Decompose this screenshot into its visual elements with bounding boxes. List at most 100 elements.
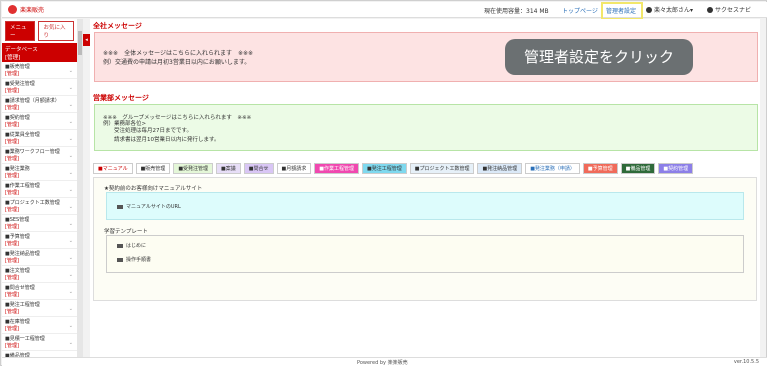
manual-section-label: ★契約前のお客様向けマニュアルサイト: [104, 186, 203, 192]
chevron-down-icon: ⌄: [68, 119, 73, 125]
manual-site-link[interactable]: マニュアルサイトのURL: [117, 203, 181, 210]
link-icon: [117, 204, 123, 209]
manual-tab[interactable]: ■月額請求: [276, 163, 312, 174]
sidebar-item[interactable]: ■従業員全管理 [管理] ⌄: [2, 130, 77, 147]
manual-site-label: マニュアルサイトのURL: [126, 204, 181, 210]
chevron-down-icon: ⌄: [68, 289, 73, 295]
sidebar-item[interactable]: ■発注業務 [管理] ⌄: [2, 164, 77, 181]
sidebar-item-sub: [管理]: [5, 155, 19, 162]
version-label: ver.10.5.5: [733, 359, 759, 365]
dept-message-line: ※※※ グループメッセージはこちらに入れられます ※※※: [103, 115, 252, 121]
chevron-down-icon: ⌄: [68, 323, 73, 329]
menu-button[interactable]: メニュー: [5, 21, 36, 41]
template-box: はじめに 操作手順書: [106, 235, 744, 273]
dept-message-line: 請求書は翌月10営業日以内に発行します。: [103, 137, 220, 143]
chevron-down-icon: ⌄: [68, 102, 73, 108]
manual-tab[interactable]: ■作業工程管理: [314, 163, 359, 174]
help-link[interactable]: サクセスナビ: [707, 5, 751, 14]
link-icon: [117, 243, 123, 248]
sidebar-item-sub: [管理]: [5, 342, 19, 349]
sidebar-header-sub: [管理]: [5, 55, 21, 61]
sidebar-item[interactable]: ■予算管理 [管理] ⌄: [2, 232, 77, 249]
sidebar-item[interactable]: ■契約管理 [管理] ⌄: [2, 113, 77, 130]
link-icon: [117, 257, 123, 262]
collapse-sidebar-icon[interactable]: ◂: [83, 34, 90, 46]
sidebar-item-sub: [管理]: [5, 104, 19, 111]
sidebar-item-sub: [管理]: [5, 223, 19, 230]
sidebar-item-sub: [管理]: [5, 121, 19, 128]
manual-tab[interactable]: ■販売管理: [135, 163, 171, 174]
sidebar-item-sub: [管理]: [5, 172, 19, 179]
storage-usage: 現在使用容量：314 MB: [484, 8, 549, 15]
sidebar-database-header[interactable]: データベース [管理]: [2, 43, 77, 62]
manual-tab[interactable]: ■プロジェクト工数管理: [409, 163, 475, 174]
sidebar-item[interactable]: ■SES管理 [管理] ⌄: [2, 215, 77, 232]
powered-by: Powered by 楽楽販売: [357, 360, 408, 366]
manual-tabs: ■マニュアル ■販売管理 ■受発注管理 ■案議 ■問合せ ■月額請求 ■作業工程管理 ■発注工…: [93, 163, 694, 174]
sidebar-item-sub: [管理]: [5, 274, 19, 281]
template-procedure-label: 操作手順書: [126, 257, 152, 263]
chevron-down-icon: ⌄: [68, 255, 73, 261]
sidebar-item[interactable]: ■注文管理 [管理] ⌄: [2, 266, 77, 283]
sidebar-item[interactable]: ■請求管理（月額請求） [管理] ⌄: [2, 96, 77, 113]
manual-tab[interactable]: ■案議: [216, 163, 241, 174]
manual-tab[interactable]: ■予算管理: [582, 163, 618, 174]
sidebar-item[interactable]: ■在庫管理 [管理] ⌄: [2, 317, 77, 334]
chevron-down-icon: ⌄: [68, 238, 73, 244]
logo-icon: [8, 5, 17, 14]
app-logo[interactable]: 楽楽販売: [8, 5, 44, 14]
template-intro-label: はじめに: [126, 243, 147, 249]
favorites-button[interactable]: お気に入り: [38, 21, 74, 41]
sidebar-item-sub: [管理]: [5, 240, 19, 247]
sidebar-item[interactable]: ■作業工程管理 [管理] ⌄: [2, 181, 77, 198]
sidebar-scrollbar[interactable]: [77, 19, 83, 357]
manual-tab[interactable]: ■受発注管理: [173, 163, 214, 174]
sidebar-item-sub: [管理]: [5, 257, 19, 264]
template-intro-link[interactable]: はじめに: [117, 242, 146, 249]
sidebar-item-sub: [管理]: [5, 70, 19, 77]
manual-tab[interactable]: ■発注工程管理: [361, 163, 407, 174]
template-section-label: 学習テンプレート: [104, 229, 148, 235]
global-message-title: 全社メッセージ: [93, 22, 142, 30]
sidebar-item[interactable]: ■プロジェクト工数管理 [管理] ⌄: [2, 198, 77, 215]
dept-message-title: 営業部メッセージ: [93, 94, 149, 102]
chevron-down-icon: ⌄: [68, 85, 73, 91]
global-message-line: ※※※ 全体メッセージはこちらに入れられます ※※※: [103, 50, 254, 57]
sidebar-item[interactable]: ■見積一工程管理 [管理] ⌄: [2, 334, 77, 351]
chevron-down-icon: ⌄: [68, 221, 73, 227]
chevron-down-icon: ⌄: [68, 306, 73, 312]
sidebar-item[interactable]: ■業務ワークフロー管理 [管理] ⌄: [2, 147, 77, 164]
sidebar-item[interactable]: ■発注納品管理 [管理] ⌄: [2, 249, 77, 266]
sidebar-list: ■販売管理 [管理] ⌄ ■受発注管理 [管理] ⌄ ■請求管理（月額請求） [管理] ⌄ ■契約…: [2, 62, 77, 357]
chevron-down-icon: ⌄: [68, 68, 73, 74]
app-window: 楽楽販売 現在使用容量：314 MB トップページ 管理者設定 楽々太郎さん▾ …: [0, 0, 767, 366]
sidebar-item[interactable]: ■販売管理 [管理] ⌄: [2, 62, 77, 79]
admin-settings-highlight: [601, 2, 643, 20]
top-bar: 楽楽販売 現在使用容量：314 MB トップページ 管理者設定 楽々太郎さん▾ …: [2, 2, 767, 20]
sidebar-item-sub: [管理]: [5, 138, 19, 145]
manual-site-box: マニュアルサイトのURL: [106, 192, 744, 220]
sidebar-item-sub: [管理]: [5, 189, 19, 196]
user-icon: [646, 6, 652, 13]
sidebar-item-sub: [管理]: [5, 87, 19, 94]
dept-message-line: 例）業務部各位> 受注処理は毎月27日までです。: [103, 121, 192, 134]
manual-tab[interactable]: ■発注納品管理: [477, 163, 523, 174]
manual-tab[interactable]: ■問合せ: [243, 163, 274, 174]
help-icon: [707, 6, 713, 13]
manual-tab[interactable]: ■備品管理: [620, 163, 656, 174]
footer: Powered by 楽楽販売 ver.10.5.5: [2, 357, 767, 366]
sidebar-item[interactable]: ■発注工程管理 [管理] ⌄: [2, 300, 77, 317]
sidebar-item[interactable]: ■問合せ管理 [管理] ⌄: [2, 283, 77, 300]
template-procedure-link[interactable]: 操作手順書: [117, 256, 151, 263]
chevron-down-icon: ⌄: [68, 272, 73, 278]
chevron-down-icon: ⌄: [68, 187, 73, 193]
manual-tab[interactable]: ■契約管理: [658, 163, 694, 174]
manual-tab[interactable]: ■マニュアル: [93, 163, 133, 174]
scrollbar-thumb[interactable]: [78, 31, 82, 55]
manual-tab[interactable]: ■発注業務（申請）: [525, 163, 580, 174]
top-page-link[interactable]: トップページ: [562, 6, 598, 15]
sidebar-item[interactable]: ■受発注管理 [管理] ⌄: [2, 79, 77, 96]
sidebar-item-sub: [管理]: [5, 206, 19, 213]
instruction-callout: 管理者設定をクリック: [505, 39, 693, 75]
user-menu[interactable]: 楽々太郎さん▾: [646, 5, 693, 14]
